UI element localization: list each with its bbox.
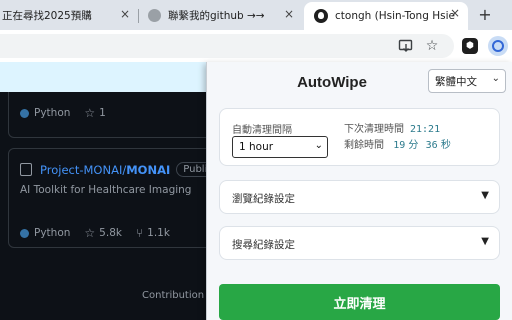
repo-meta: Python ☆ 1	[20, 106, 120, 120]
remaining-label: 剩餘時間	[344, 140, 384, 151]
forks-link[interactable]: ⑂ 1.1k	[136, 226, 170, 240]
language-dot-icon	[20, 108, 29, 118]
next-clean-label: 下次清理時間	[344, 124, 404, 135]
autowipe-popup: AutoWipe 繁體中文 ⌄ 自動清理間隔 1 hour ⌄ 下次清理時間 21…	[206, 62, 512, 320]
interval-value: 1 hour	[239, 141, 274, 153]
address-bar[interactable]	[0, 34, 454, 58]
expand-arrow-icon: ▼	[481, 190, 489, 201]
tab-title: 正在尋找2025預購	[2, 9, 92, 22]
stars-count: 5.8k	[99, 227, 122, 239]
repo-meta: Python ☆ 5.8k ⑂ 1.1k	[20, 226, 184, 240]
search-history-settings[interactable]: 搜尋紀錄設定 ▼	[219, 226, 500, 260]
tab-title: 聯繫我的github →→	[168, 9, 265, 22]
expand-arrow-icon: ▼	[481, 236, 489, 247]
install-icon[interactable]	[398, 38, 414, 54]
tab-separator	[138, 9, 139, 23]
next-clean-time: 21:21	[410, 124, 441, 135]
language-dot-icon	[20, 228, 29, 238]
star-icon: ☆	[84, 226, 96, 240]
chevron-down-icon: ⌄	[314, 140, 323, 151]
browse-history-label: 瀏覽紀錄設定	[232, 193, 295, 205]
tab-close-icon[interactable]: ×	[118, 7, 132, 21]
star-icon[interactable]: ☆	[424, 38, 440, 54]
remaining-time-line: 剩餘時間 19 分 36 秒	[344, 136, 451, 151]
new-tab-button[interactable]: +	[476, 6, 494, 24]
stars-count: 1	[99, 107, 106, 119]
popup-title: AutoWipe	[297, 74, 367, 91]
github-icon	[314, 9, 328, 23]
language-item: Python	[20, 227, 70, 239]
repo-title: Project-MONAI/MONAI Public	[20, 162, 220, 177]
repo-icon	[20, 163, 32, 176]
tab-strip: 正在尋找2025預購 × 聯繫我的github →→ × ctongh (Hsi…	[0, 0, 512, 30]
browser-toolbar: ☆ ⬢	[0, 30, 512, 62]
remaining-seconds: 36	[425, 140, 438, 151]
language-select[interactable]: 繁體中文 ⌄	[428, 69, 506, 93]
stars-link[interactable]: ☆ 5.8k	[84, 226, 122, 240]
language-item: Python	[20, 107, 70, 119]
tab-github-profile[interactable]: ctongh (Hsin-Tong Hsieh) ×	[304, 2, 468, 30]
repo-name: MONAI	[126, 162, 171, 177]
clean-now-button[interactable]: 立即清理	[219, 284, 500, 320]
tab-close-icon[interactable]: ×	[282, 7, 296, 21]
stars-link[interactable]: ☆ 1	[84, 106, 105, 120]
interval-label: 自動清理間隔	[232, 125, 292, 136]
star-icon: ☆	[84, 106, 96, 120]
browse-history-settings[interactable]: 瀏覽紀錄設定 ▼	[219, 180, 500, 214]
interval-select[interactable]: 1 hour ⌄	[232, 136, 328, 158]
repo-description: AI Toolkit for Healthcare Imaging	[20, 184, 192, 196]
next-clean-line: 下次清理時間 21:21	[344, 120, 440, 135]
chevron-down-icon: ⌄	[491, 73, 500, 84]
search-history-label: 搜尋紀錄設定	[232, 239, 295, 251]
fork-icon: ⑂	[135, 226, 144, 240]
forks-count: 1.1k	[147, 227, 170, 239]
schedule-panel: 自動清理間隔 1 hour ⌄ 下次清理時間 21:21 剩餘時間 19 分 36…	[219, 108, 500, 166]
seconds-unit: 秒	[440, 140, 451, 151]
language-select-value: 繁體中文	[435, 75, 477, 88]
tab-github-contact[interactable]: 聯繫我的github →→	[140, 3, 300, 27]
remaining-minutes: 19	[393, 140, 406, 151]
autowipe-extension-icon[interactable]	[488, 36, 508, 56]
globe-icon	[148, 8, 161, 22]
language-label: Python	[34, 107, 71, 119]
extension-icon[interactable]: ⬢	[462, 38, 478, 54]
repo-link[interactable]: Project-MONAI/MONAI	[40, 163, 170, 177]
repo-owner: Project-MONAI/	[40, 162, 127, 177]
tab-close-icon[interactable]: ×	[448, 6, 462, 20]
minutes-unit: 分	[408, 140, 419, 151]
language-label: Python	[34, 227, 71, 239]
tab-title: ctongh (Hsin-Tong Hsieh)	[335, 10, 455, 22]
